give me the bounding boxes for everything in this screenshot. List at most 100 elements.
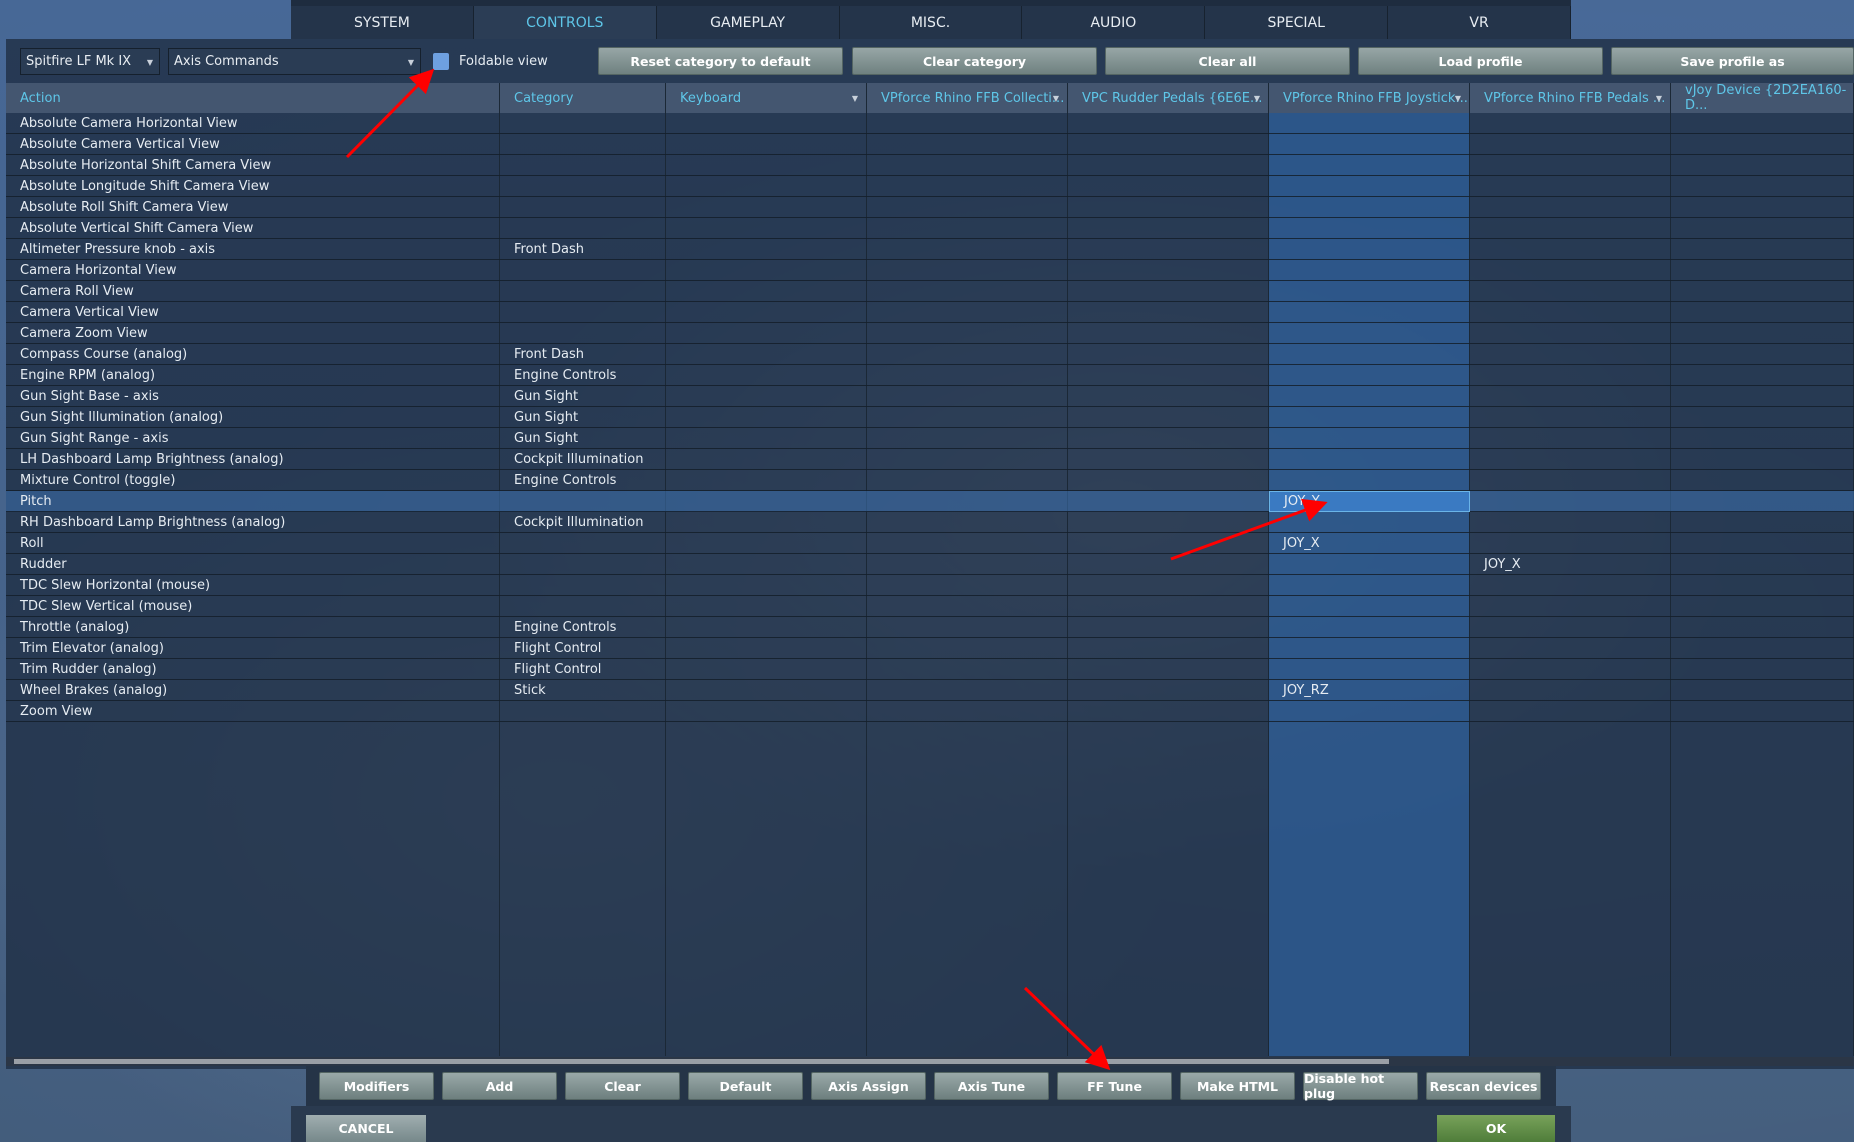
table-row[interactable]: Camera Horizontal View bbox=[6, 260, 1854, 281]
column-header[interactable]: Category bbox=[500, 83, 666, 113]
table-row[interactable]: Camera Vertical View bbox=[6, 302, 1854, 323]
category-filter-select[interactable]: Axis Commands ▼ bbox=[168, 47, 421, 75]
tab-misc[interactable]: MISC. bbox=[840, 6, 1023, 39]
table-row[interactable]: Throttle (analog) Engine Controls bbox=[6, 617, 1854, 638]
cancel-button[interactable]: CANCEL bbox=[306, 1115, 426, 1142]
horizontal-scrollbar[interactable] bbox=[6, 1057, 1854, 1066]
tab-gameplay[interactable]: GAMEPLAY bbox=[657, 6, 840, 39]
category-cell: Engine Controls bbox=[514, 368, 617, 383]
table-row[interactable]: Gun Sight Base - axis Gun Sight bbox=[6, 386, 1854, 407]
binding-cell[interactable]: JOY_RZ bbox=[1269, 680, 1470, 701]
modifiers-button[interactable]: Modifiers bbox=[319, 1072, 434, 1100]
table-row[interactable]: TDC Slew Vertical (mouse) bbox=[6, 596, 1854, 617]
table-row[interactable]: Engine RPM (analog) Engine Controls bbox=[6, 365, 1854, 386]
action-cell: Camera Zoom View bbox=[20, 326, 148, 341]
clear-category-button[interactable]: Clear category bbox=[852, 47, 1097, 75]
table-row[interactable]: Altimeter Pressure knob - axis Front Dash bbox=[6, 239, 1854, 260]
ok-button[interactable]: OK bbox=[1437, 1115, 1555, 1142]
aircraft-select[interactable]: Spitfire LF Mk IX ▼ bbox=[20, 47, 160, 75]
category-cell: Front Dash bbox=[514, 242, 585, 257]
action-cell: Absolute Vertical Shift Camera View bbox=[20, 221, 254, 236]
footer bbox=[291, 1106, 1571, 1142]
rescan-devices-button[interactable]: Rescan devices bbox=[1426, 1072, 1541, 1100]
action-cell: Absolute Roll Shift Camera View bbox=[20, 200, 229, 215]
table-row[interactable]: Absolute Camera Vertical View bbox=[6, 134, 1854, 155]
disable-hot-plug-button[interactable]: Disable hot plug bbox=[1303, 1071, 1418, 1101]
table-row[interactable]: Mixture Control (toggle) Engine Controls bbox=[6, 470, 1854, 491]
column-header[interactable]: VPC Rudder Pedals {6E6E... ▼ bbox=[1068, 83, 1269, 113]
ff-tune-button[interactable]: FF Tune bbox=[1057, 1072, 1172, 1100]
chevron-down-icon[interactable]: ▼ bbox=[852, 94, 858, 103]
table-row[interactable]: Camera Roll View bbox=[6, 281, 1854, 302]
chevron-down-icon[interactable]: ▼ bbox=[1254, 94, 1260, 103]
axis-tune-button[interactable]: Axis Tune bbox=[934, 1072, 1049, 1100]
column-header[interactable]: VPforce Rhino FFB Pedals ... ▼ bbox=[1470, 83, 1671, 113]
tab-system[interactable]: SYSTEM bbox=[291, 6, 474, 39]
table-row[interactable]: LH Dashboard Lamp Brightness (analog) Coc… bbox=[6, 449, 1854, 470]
column-header[interactable]: vJoy Device {2D2EA160-D... bbox=[1671, 83, 1854, 113]
action-cell: Absolute Camera Vertical View bbox=[20, 137, 220, 152]
tab-controls[interactable]: CONTROLS bbox=[473, 6, 657, 39]
table-row[interactable]: Trim Elevator (analog) Flight Control bbox=[6, 638, 1854, 659]
make-html-button[interactable]: Make HTML bbox=[1180, 1072, 1295, 1100]
chevron-down-icon[interactable]: ▼ bbox=[1455, 94, 1461, 103]
table-row[interactable]: Absolute Vertical Shift Camera View bbox=[6, 218, 1854, 239]
table-row[interactable]: Compass Course (analog) Front Dash bbox=[6, 344, 1854, 365]
action-cell: Mixture Control (toggle) bbox=[20, 473, 176, 488]
action-cell: Gun Sight Base - axis bbox=[20, 389, 159, 404]
save-profile-as-button[interactable]: Save profile as bbox=[1611, 47, 1854, 75]
column-header[interactable]: Keyboard ▼ bbox=[666, 83, 867, 113]
action-cell: Altimeter Pressure knob - axis bbox=[20, 242, 216, 257]
chevron-down-icon[interactable]: ▼ bbox=[1656, 94, 1662, 103]
table-row[interactable]: Absolute Camera Horizontal View bbox=[6, 113, 1854, 134]
table-row[interactable]: Pitch JOY_Y bbox=[6, 491, 1854, 512]
column-header[interactable]: VPforce Rhino FFB Collecti... ▼ bbox=[867, 83, 1068, 113]
binding-cell[interactable]: JOY_X bbox=[1470, 554, 1671, 575]
table-row[interactable]: Roll JOY_X bbox=[6, 533, 1854, 554]
foldable-view-checkbox[interactable] bbox=[433, 52, 449, 70]
tab-vr[interactable]: VR bbox=[1388, 6, 1572, 39]
column-header-label: VPforce Rhino FFB Collecti... bbox=[881, 90, 1065, 106]
table-row[interactable]: Rudder JOY_X bbox=[6, 554, 1854, 575]
binding-cell[interactable]: JOY_Y bbox=[1269, 491, 1470, 512]
add-button[interactable]: Add bbox=[442, 1072, 557, 1100]
table-row[interactable]: RH Dashboard Lamp Brightness (analog) Coc… bbox=[6, 512, 1854, 533]
chevron-down-icon: ▼ bbox=[146, 57, 153, 67]
tab-audio[interactable]: AUDIO bbox=[1022, 6, 1206, 39]
aircraft-value: Spitfire LF Mk IX bbox=[26, 53, 132, 69]
table-row[interactable]: Absolute Roll Shift Camera View bbox=[6, 197, 1854, 218]
category-cell: Cockpit Illumination bbox=[514, 515, 644, 530]
clear-button[interactable]: Clear bbox=[565, 1072, 680, 1100]
table-row[interactable]: Zoom View bbox=[6, 701, 1854, 722]
column-header[interactable]: Action bbox=[6, 83, 500, 113]
tab-special[interactable]: SPECIAL bbox=[1205, 6, 1389, 39]
action-cell: Roll bbox=[20, 536, 44, 551]
main-tabs: SYSTEM CONTROLS GAMEPLAY MISC. AUDIO SPECIAL V… bbox=[291, 0, 1572, 39]
table-row[interactable]: Absolute Horizontal Shift Camera View bbox=[6, 155, 1854, 176]
clear-all-button[interactable]: Clear all bbox=[1105, 47, 1350, 75]
toolbar: Spitfire LF Mk IX ▼ Axis Commands ▼ Foldab… bbox=[20, 46, 548, 76]
action-cell: Camera Vertical View bbox=[20, 305, 159, 320]
action-cell: Engine RPM (analog) bbox=[20, 368, 156, 383]
table-row[interactable]: Gun Sight Range - axis Gun Sight bbox=[6, 428, 1854, 449]
chevron-down-icon[interactable]: ▼ bbox=[1053, 94, 1059, 103]
column-header-label: Category bbox=[514, 90, 574, 106]
table-row[interactable]: Camera Zoom View bbox=[6, 323, 1854, 344]
binding-cell[interactable]: JOY_X bbox=[1269, 533, 1470, 554]
table-row[interactable]: Trim Rudder (analog) Flight Control bbox=[6, 659, 1854, 680]
table-row[interactable]: Wheel Brakes (analog) Stick JOY_RZ bbox=[6, 680, 1854, 701]
axis-assign-button[interactable]: Axis Assign bbox=[811, 1072, 926, 1100]
column-header[interactable]: VPforce Rhino FFB Joystick... ▼ bbox=[1269, 83, 1470, 113]
reset-category-to-default-button[interactable]: Reset category to default bbox=[598, 47, 843, 75]
category-cell: Engine Controls bbox=[514, 620, 617, 635]
table-row[interactable]: Gun Sight Illumination (analog) Gun Sight bbox=[6, 407, 1854, 428]
scrollbar-thumb[interactable] bbox=[14, 1059, 1389, 1064]
default-button[interactable]: Default bbox=[688, 1072, 803, 1100]
action-cell: Compass Course (analog) bbox=[20, 347, 188, 362]
column-header-label: vJoy Device {2D2EA160-D... bbox=[1685, 83, 1847, 113]
action-cell: LH Dashboard Lamp Brightness (analog) bbox=[20, 452, 284, 467]
load-profile-button[interactable]: Load profile bbox=[1358, 47, 1603, 75]
table-row[interactable]: Absolute Longitude Shift Camera View bbox=[6, 176, 1854, 197]
column-header-label: VPforce Rhino FFB Pedals ... bbox=[1484, 90, 1666, 106]
table-row[interactable]: TDC Slew Horizontal (mouse) bbox=[6, 575, 1854, 596]
